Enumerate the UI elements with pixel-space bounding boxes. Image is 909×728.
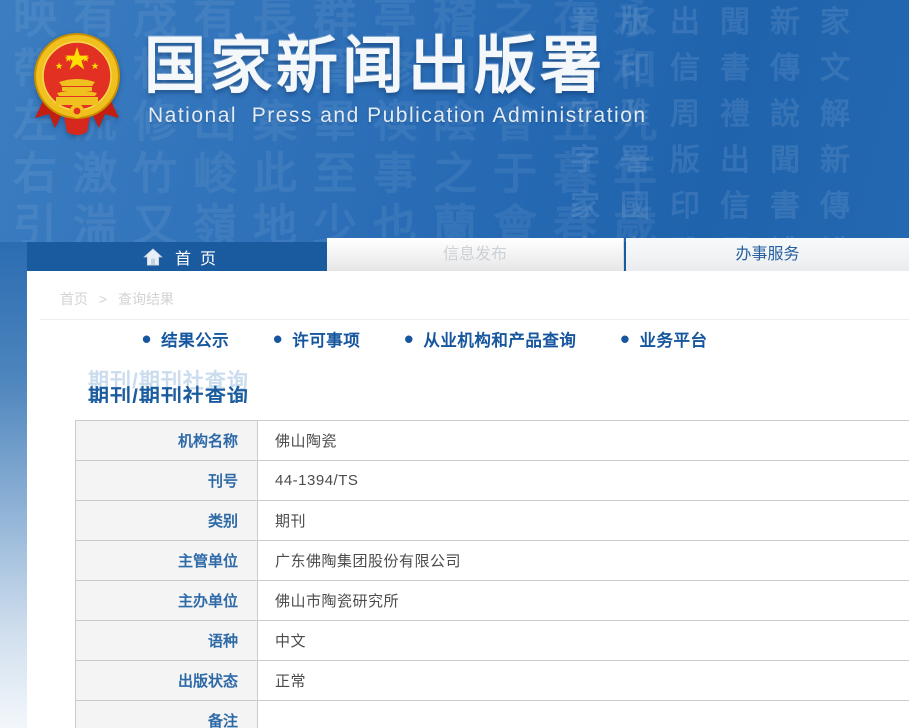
breadcrumb-current: 查询结果 xyxy=(118,291,174,307)
left-rail-decoration xyxy=(0,242,27,728)
row-label: 刊号 xyxy=(76,461,258,501)
breadcrumb-home-link[interactable]: 首页 xyxy=(60,291,88,307)
bullet-icon: • xyxy=(620,331,629,347)
national-emblem-icon xyxy=(32,30,122,136)
site-title: 国家新闻出版署 xyxy=(144,34,647,100)
row-label: 类别 xyxy=(76,501,258,541)
detail-table: 机构名称 佛山陶瓷 刊号 44-1394/TS 类别 期刊 主管单位 xyxy=(75,420,909,728)
detail-table-body: 机构名称 佛山陶瓷 刊号 44-1394/TS 类别 期刊 主管单位 xyxy=(76,421,909,728)
row-value: 44-1394/TS xyxy=(258,461,909,501)
row-value: 正常 xyxy=(258,661,909,701)
subnav-link-label: 许可事项 xyxy=(292,327,360,351)
row-label: 主管单位 xyxy=(76,541,258,581)
tab-home-label: 首页 xyxy=(175,245,225,269)
row-value: 佛山市陶瓷研究所 xyxy=(258,581,909,621)
content-area: 首页 > 查询结果 • 结果公示 • 许可事项 • 从业机构和产品查询 xyxy=(27,271,909,728)
subnav-link[interactable]: • 许可事项 xyxy=(273,327,360,351)
table-row: 出版状态 正常 xyxy=(76,661,909,701)
bullet-icon: • xyxy=(142,331,151,347)
table-row: 机构名称 佛山陶瓷 xyxy=(76,421,909,461)
tab-home[interactable]: 首页 xyxy=(143,242,225,271)
table-row: 类别 期刊 xyxy=(76,501,909,541)
subnav-link[interactable]: • 业务平台 xyxy=(620,327,707,351)
table-row: 主管单位 广东佛陶集团股份有限公司 xyxy=(76,541,909,581)
table-row: 备注 xyxy=(76,701,909,728)
tab-services[interactable]: 办事服务 xyxy=(626,238,909,271)
subnav: • 结果公示 • 许可事项 • 从业机构和产品查询 • 业务平台 xyxy=(142,327,909,351)
divider xyxy=(40,319,909,320)
row-label: 机构名称 xyxy=(76,421,258,461)
subnav-link-label: 结果公示 xyxy=(161,327,229,351)
page-title-text: 期刊/期刊社查询 xyxy=(88,381,249,403)
row-value: 中文 xyxy=(258,621,909,661)
subnav-link-label: 从业机构和产品查询 xyxy=(423,327,576,351)
row-value: 期刊 xyxy=(258,501,909,541)
row-value xyxy=(258,701,909,728)
page-title: 期刊/期刊社查询 期刊/期刊社查询 xyxy=(88,365,428,403)
tab-info-release[interactable]: 信息发布 xyxy=(327,238,623,271)
site-brand: 国家新闻出版署 National Press and Publication A… xyxy=(32,30,647,136)
bullet-icon: • xyxy=(273,331,282,347)
site-header: 永和九年歲在癸丑暮春之初會于會稽山陰之蘭亭修禊事也群賢畢至少長咸集此地有崇山峻嶺… xyxy=(0,0,909,242)
tab-info-label: 信息发布 xyxy=(443,246,507,263)
tab-services-label: 办事服务 xyxy=(735,246,799,263)
row-value: 佛山陶瓷 xyxy=(258,421,909,461)
bullet-icon: • xyxy=(404,331,413,347)
table-row: 刊号 44-1394/TS xyxy=(76,461,909,501)
breadcrumb: 首页 > 查询结果 xyxy=(60,289,909,309)
row-label: 主办单位 xyxy=(76,581,258,621)
subnav-link[interactable]: • 结果公示 xyxy=(142,327,229,351)
table-row: 主办单位 佛山市陶瓷研究所 xyxy=(76,581,909,621)
breadcrumb-separator-icon: > xyxy=(99,291,107,307)
row-label: 备注 xyxy=(76,701,258,728)
subnav-link-label: 业务平台 xyxy=(639,327,707,351)
subnav-link[interactable]: • 从业机构和产品查询 xyxy=(404,327,576,351)
page-root: 永和九年歲在癸丑暮春之初會于會稽山陰之蘭亭修禊事也群賢畢至少長咸集此地有崇山峻嶺… xyxy=(0,0,909,728)
table-row: 语种 中文 xyxy=(76,621,909,661)
brand-text: 国家新闻出版署 National Press and Publication A… xyxy=(144,30,647,128)
row-label: 语种 xyxy=(76,621,258,661)
site-subtitle: National Press and Publication Administr… xyxy=(148,104,647,128)
row-label: 出版状态 xyxy=(76,661,258,701)
row-value: 广东佛陶集团股份有限公司 xyxy=(258,541,909,581)
home-icon xyxy=(143,248,163,266)
